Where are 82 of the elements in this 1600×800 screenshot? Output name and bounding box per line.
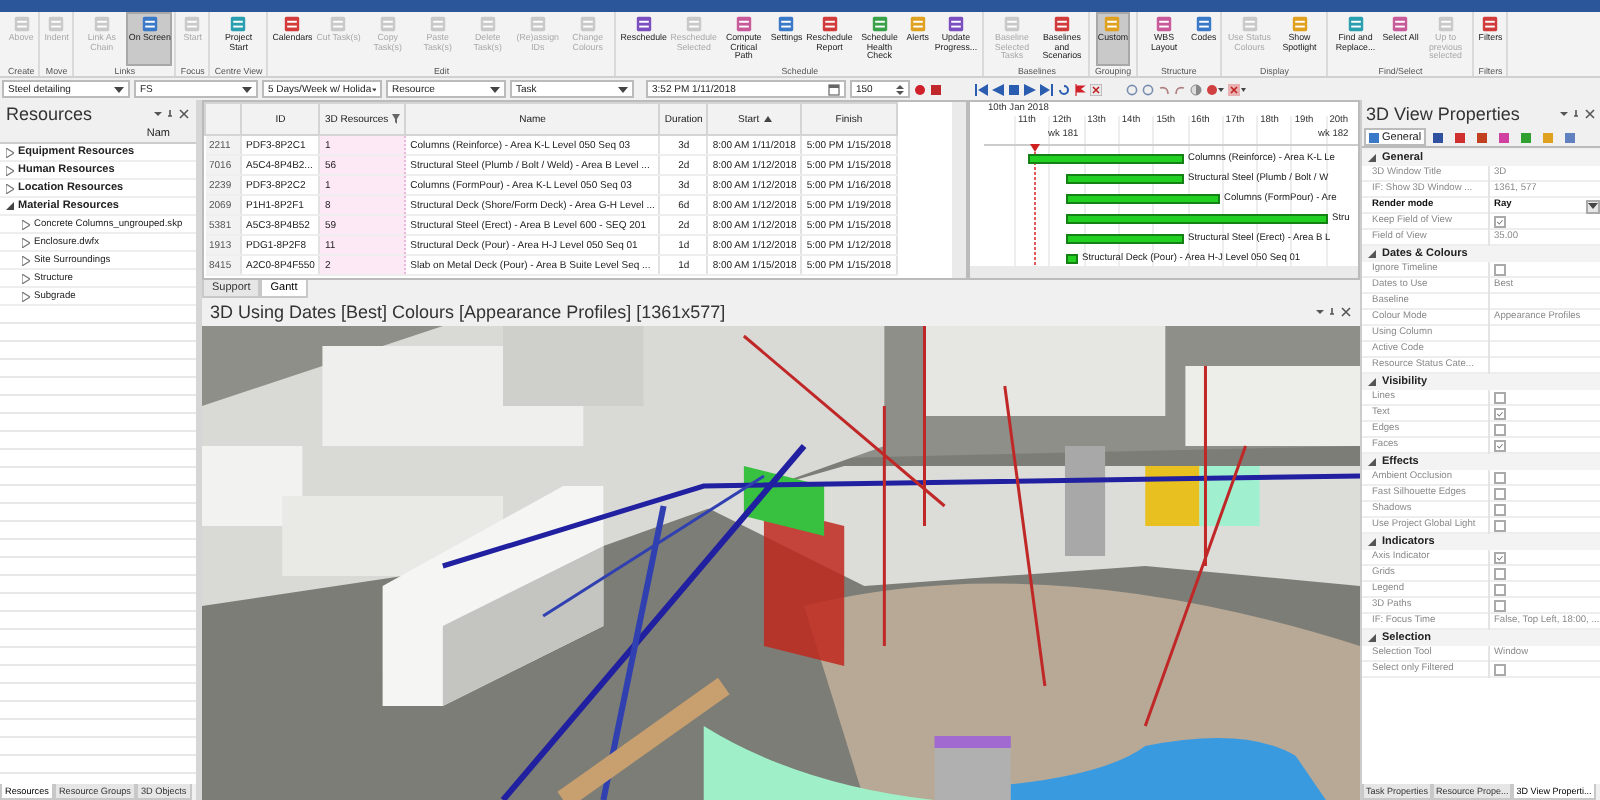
tab[interactable] (1493, 128, 1514, 146)
checkbox[interactable] (1494, 264, 1506, 276)
expand-icon[interactable] (22, 291, 30, 301)
pin-controls-icon[interactable] (1560, 108, 1596, 120)
pin-controls-icon[interactable] (154, 107, 190, 119)
collapse-icon[interactable] (6, 201, 14, 211)
expand-icon[interactable] (22, 255, 30, 265)
checkbox[interactable] (1494, 392, 1506, 404)
expand-icon[interactable] (22, 219, 30, 229)
checkbox[interactable] (1494, 408, 1506, 420)
expand-icon[interactable] (22, 237, 30, 247)
filter-icon[interactable] (392, 114, 401, 124)
record-icon[interactable] (914, 83, 926, 95)
checkbox[interactable] (1494, 584, 1506, 596)
tab[interactable] (1471, 128, 1492, 146)
collapse-icon[interactable] (1368, 458, 1376, 466)
zoom-out-icon[interactable] (1142, 83, 1154, 95)
play-icon[interactable] (1024, 83, 1036, 95)
tile-icon (1104, 16, 1121, 32)
calendar-icon (828, 83, 840, 95)
half-circle-icon[interactable] (1190, 83, 1202, 95)
skip-forward-icon[interactable] (1040, 83, 1054, 95)
caret-icon (1588, 202, 1598, 210)
caret-icon (618, 85, 628, 93)
gantt-bar[interactable] (1066, 194, 1220, 204)
scrollbar[interactable] (970, 266, 1358, 278)
scrollbar[interactable] (952, 102, 966, 278)
view-title: 3D Using Dates [Best] Colours [Appearance Profiles] [1361x577] (210, 302, 726, 322)
expand-icon[interactable] (6, 165, 14, 175)
collapse-icon[interactable] (1368, 250, 1376, 258)
palette-icon[interactable] (1206, 83, 1224, 95)
expand-icon[interactable] (22, 273, 30, 283)
marker-icon[interactable] (1074, 83, 1086, 95)
checkbox[interactable] (1494, 552, 1506, 564)
tab[interactable] (1427, 128, 1448, 146)
caret-icon (371, 85, 376, 93)
dropdown-button[interactable] (1586, 199, 1600, 213)
collapse-icon[interactable] (1368, 538, 1376, 546)
gantt-bar[interactable] (1028, 154, 1184, 164)
panel-title: 3D View Properties (1366, 104, 1520, 124)
zoom-in-icon[interactable] (1126, 83, 1138, 95)
caret-icon (114, 85, 124, 93)
checkbox[interactable] (1494, 472, 1506, 484)
checkbox[interactable] (1494, 600, 1506, 612)
gantt-bar[interactable] (1066, 234, 1184, 244)
checkbox[interactable] (1494, 520, 1506, 532)
stop-icon[interactable] (930, 83, 942, 95)
panel-title: Resources (6, 103, 93, 123)
stop-icon[interactable] (1008, 83, 1020, 95)
collapse-icon[interactable] (1368, 378, 1376, 386)
spin-icon (896, 83, 904, 95)
checkbox[interactable] (1494, 664, 1506, 676)
tile-icon (141, 16, 158, 32)
undo-icon[interactable] (1158, 83, 1170, 95)
filter-clear-icon[interactable] (1228, 83, 1246, 95)
collapse-icon[interactable] (1368, 634, 1376, 642)
tab[interactable] (1559, 128, 1580, 146)
checkbox[interactable] (1494, 504, 1506, 516)
pin-controls-icon[interactable] (1316, 306, 1352, 318)
expand-icon[interactable] (6, 183, 14, 193)
sort-ascending-icon[interactable] (763, 116, 772, 122)
expand-icon[interactable] (6, 147, 14, 157)
current-date-marker (1030, 144, 1040, 268)
checkbox[interactable] (1494, 488, 1506, 500)
gantt-bar[interactable] (1066, 254, 1078, 264)
caret-icon (490, 85, 500, 93)
loop-icon[interactable] (1058, 83, 1070, 95)
checkbox[interactable] (1494, 440, 1506, 452)
tab[interactable] (1515, 128, 1536, 146)
checkbox[interactable] (1494, 424, 1506, 436)
collapse-icon[interactable] (1368, 154, 1376, 162)
gantt-bar[interactable] (1066, 214, 1328, 224)
tab[interactable] (1449, 128, 1470, 146)
tab-icon (1368, 131, 1380, 143)
skip-back-icon[interactable] (974, 83, 988, 95)
close-icon[interactable] (1090, 83, 1102, 95)
gantt-bar[interactable] (1066, 174, 1184, 184)
play-back-icon[interactable] (992, 83, 1004, 95)
redo-icon[interactable] (1174, 83, 1186, 95)
checkbox[interactable] (1494, 568, 1506, 580)
checkbox[interactable] (1494, 216, 1506, 228)
caret-icon (242, 85, 252, 93)
